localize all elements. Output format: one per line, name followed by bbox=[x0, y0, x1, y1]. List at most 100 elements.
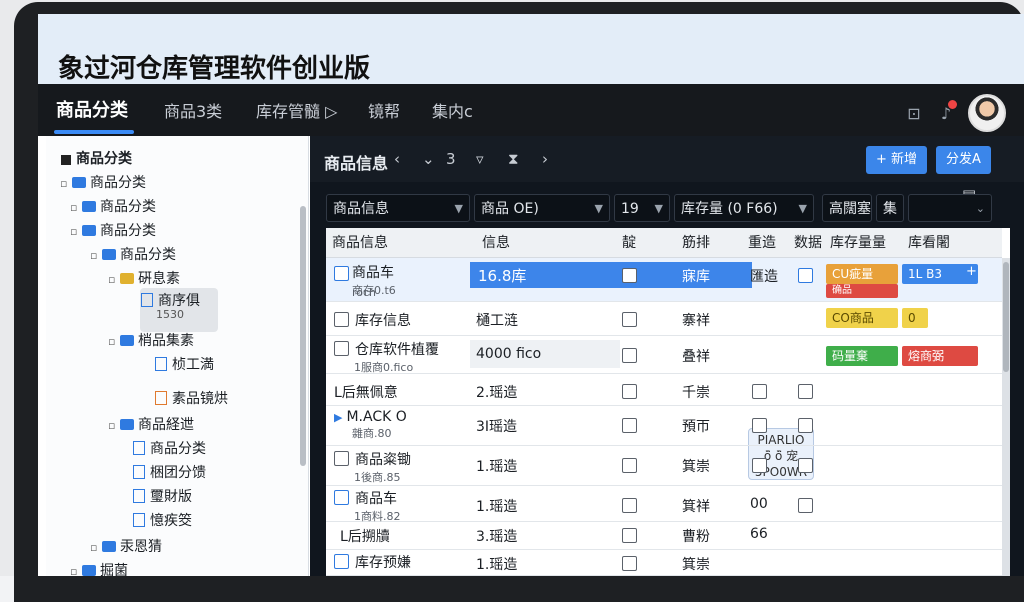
table-row[interactable]: 库存预嫌 1.瑶造 箕崇 bbox=[326, 550, 1010, 576]
tree-item[interactable]: ▫ 商品分类 bbox=[60, 172, 146, 194]
add-button[interactable]: + 新增 bbox=[866, 146, 928, 174]
row-checkbox[interactable] bbox=[798, 268, 813, 283]
tree-item[interactable]: ▫ 汞恩猜 bbox=[90, 536, 162, 558]
caret-right-icon[interactable]: ▶ bbox=[334, 411, 342, 424]
row-checkbox[interactable] bbox=[798, 384, 813, 399]
row-checkbox[interactable] bbox=[752, 458, 767, 473]
expand-icon[interactable]: ▫ bbox=[70, 565, 80, 576]
row-checkbox[interactable] bbox=[622, 312, 637, 327]
menu-item-product-3[interactable]: 商品3类 bbox=[164, 98, 222, 122]
next-page-icon[interactable]: › bbox=[542, 150, 548, 168]
tree-item[interactable]: 梱团分馈 bbox=[130, 462, 206, 484]
scrollbar-thumb[interactable] bbox=[1003, 262, 1009, 372]
expand-icon[interactable]: ▫ bbox=[70, 201, 80, 214]
row-checkbox[interactable] bbox=[334, 554, 349, 569]
add-icon[interactable]: + bbox=[966, 264, 977, 279]
expand-icon[interactable]: ▫ bbox=[108, 419, 118, 432]
tree-item[interactable]: 璽財版 bbox=[130, 486, 192, 508]
device-icon[interactable]: ⊡ bbox=[904, 104, 924, 124]
row-checkbox[interactable] bbox=[622, 528, 637, 543]
sidebar-scrollbar[interactable] bbox=[300, 206, 306, 466]
table-row[interactable]: ▶ M.ACK O 雜商.80 3I瑶造 預帀 bbox=[326, 406, 1010, 446]
column-header[interactable]: 重造 bbox=[742, 228, 788, 258]
menu-item-mirror[interactable]: 镜帮 bbox=[368, 98, 400, 122]
menu-item-inventory[interactable]: 库存管髓 ▷ bbox=[256, 98, 337, 122]
column-header[interactable]: 筋排 bbox=[676, 228, 742, 258]
filter-product-info[interactable]: 商品信息 ▼ bbox=[326, 194, 470, 222]
column-header[interactable]: 靛 bbox=[616, 228, 676, 258]
expand-icon[interactable]: ▫ bbox=[60, 177, 70, 190]
filter-number[interactable]: 19 ▼ bbox=[614, 194, 670, 222]
row-checkbox[interactable] bbox=[752, 418, 767, 433]
filter-bar: 商品信息▼ 商品 OE)▼ 19▼ 库存量 (0 F66)▼ 高闊塞 集爽 ⌄ bbox=[326, 194, 1024, 245]
menu-item-product-category[interactable]: 商品分类 bbox=[56, 96, 128, 122]
column-header[interactable]: 库看闍 bbox=[902, 228, 1002, 258]
filter-6[interactable]: 集爽 bbox=[876, 194, 904, 245]
row-checkbox[interactable] bbox=[622, 556, 637, 571]
filter-stock[interactable]: 库存量 (0 F66) ▼ bbox=[674, 194, 814, 222]
avatar[interactable] bbox=[968, 94, 1006, 132]
row-checkbox[interactable] bbox=[622, 268, 637, 283]
tree-item[interactable]: ▫ 掘菌 bbox=[70, 560, 128, 576]
tree-item[interactable]: ▫ 梢品集素 bbox=[108, 330, 194, 352]
page-number[interactable]: 3 bbox=[446, 150, 456, 168]
table-row[interactable]: 仓库软件植覆 1服商0.fico 4000 fico 叠祥 码量棄 熔商弼 bbox=[326, 336, 1010, 374]
folder-icon bbox=[82, 565, 96, 576]
row-checkbox[interactable] bbox=[622, 348, 637, 363]
row-checkbox[interactable] bbox=[752, 384, 767, 399]
status-badge: CU疵量 bbox=[826, 264, 898, 284]
export-button[interactable]: 分发A bbox=[936, 146, 991, 174]
document-icon bbox=[155, 391, 167, 405]
column-header[interactable]: 商品信息 bbox=[326, 228, 476, 258]
column-header[interactable]: 数据 bbox=[788, 228, 824, 258]
table-row[interactable]: L后搠牘 3.瑶造 曹粉 66 bbox=[326, 522, 1010, 550]
title-bar: 象过河仓库管理软件创业版 bbox=[38, 14, 1024, 84]
filter-icon[interactable]: ▿ bbox=[476, 150, 484, 168]
row-checkbox[interactable] bbox=[798, 418, 813, 433]
filter-product[interactable]: 商品 OE) ▼ bbox=[474, 194, 610, 222]
prev-page-icon[interactable]: ‹ bbox=[394, 150, 400, 168]
column-header[interactable]: 信息 bbox=[476, 228, 616, 258]
tree-item[interactable]: ▫ 商品経迣 bbox=[108, 414, 194, 436]
tree-root[interactable]: 商品分类 bbox=[58, 148, 132, 170]
tree-item[interactable]: ▫ 商品分类 bbox=[70, 196, 156, 218]
row-checkbox[interactable] bbox=[622, 384, 637, 399]
table-row[interactable]: L后無佩意 2.瑶造 千崇 bbox=[326, 374, 1010, 406]
row-checkbox[interactable] bbox=[334, 312, 349, 327]
row-checkbox[interactable] bbox=[334, 490, 349, 505]
tree-item[interactable]: 桢工満 bbox=[152, 354, 214, 376]
tree-item[interactable]: ▫ 商品分类 bbox=[70, 220, 156, 242]
row-checkbox[interactable] bbox=[334, 451, 349, 466]
table-row-selected[interactable]: 商品车 商存0.t6 16.8库 roch 寐库 匯造 CU疵量 确品 1L B3… bbox=[326, 258, 1010, 302]
row-checkbox[interactable] bbox=[334, 266, 349, 281]
table-row[interactable]: 库存信息 樋工涟 寨祥 CO商品 0 bbox=[326, 302, 1010, 336]
expand-icon[interactable]: ▫ bbox=[90, 541, 100, 554]
filter-5[interactable]: 高闊塞 bbox=[822, 194, 872, 222]
tree-item[interactable]: 憶疾筊 bbox=[130, 510, 192, 532]
expand-icon[interactable]: ▫ bbox=[90, 249, 100, 262]
expand-icon[interactable]: ▫ bbox=[108, 335, 118, 348]
page-dropdown-icon[interactable]: ⌄ bbox=[422, 150, 435, 168]
tree-item[interactable]: ▫ 硏息素 bbox=[108, 268, 180, 290]
tree-item[interactable]: ▫ 商品分类 bbox=[90, 244, 176, 266]
chevron-down-icon: ⌄ bbox=[975, 202, 985, 215]
table-scrollbar[interactable] bbox=[1002, 258, 1010, 576]
expand-icon[interactable]: ▫ bbox=[108, 273, 118, 286]
tree-item[interactable]: 商品分类 bbox=[130, 438, 206, 460]
row-checkbox[interactable] bbox=[798, 458, 813, 473]
table-row[interactable]: 商品车 1商料.82 1.瑶造 箕祥 00 bbox=[326, 486, 1010, 523]
row-checkbox[interactable] bbox=[798, 498, 813, 513]
document-icon bbox=[141, 293, 153, 307]
row-checkbox[interactable] bbox=[622, 458, 637, 473]
row-checkbox[interactable] bbox=[334, 341, 349, 356]
table-row[interactable]: 商品粢锄 1後商.85 1.瑶造 箕崇 bbox=[326, 446, 1010, 486]
row-checkbox[interactable] bbox=[622, 498, 637, 513]
menu-item-collection[interactable]: 集内c bbox=[432, 98, 473, 122]
row-checkbox[interactable] bbox=[622, 418, 637, 433]
tree-item[interactable]: 素品镜烘 bbox=[152, 388, 228, 410]
hourglass-icon[interactable]: ⧗ bbox=[508, 150, 519, 168]
main-menu: 商品分类 商品3类 库存管髓 ▷ 镜帮 集内c ⊡ ♪ bbox=[38, 84, 1024, 136]
filter-extra[interactable]: ⌄ bbox=[908, 194, 992, 222]
column-header[interactable]: 库存量量 bbox=[824, 228, 902, 258]
expand-icon[interactable]: ▫ bbox=[70, 225, 80, 238]
